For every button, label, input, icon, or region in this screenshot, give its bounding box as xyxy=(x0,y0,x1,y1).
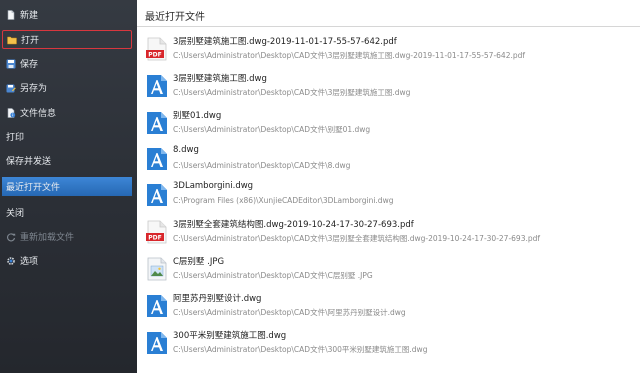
file-name: 别墅01.dwg xyxy=(173,111,222,121)
sidebar-item-label: 选项 xyxy=(20,257,39,267)
sidebar-item-label: 另存为 xyxy=(20,84,48,94)
file-name: 3层别墅建筑施工图.dwg xyxy=(173,74,267,84)
pdf-file-icon: PDF xyxy=(146,220,168,244)
image-file-icon xyxy=(146,257,168,281)
file-name: C层别墅 .JPG xyxy=(173,257,225,267)
file-path: C:\Users\Administrator\Desktop\CAD文件\3层别… xyxy=(173,234,541,243)
recent-file-row[interactable]: 3层别墅建筑施工图.dwg C:\Users\Administrator\Des… xyxy=(145,69,635,103)
file-path: C:\Users\Administrator\Desktop\CAD文件\3层别… xyxy=(173,51,526,60)
sidebar-item-label: 保存 xyxy=(20,60,39,70)
sidebar-item-file-info[interactable]: 文件信息 xyxy=(2,103,132,122)
recent-file-row[interactable]: PDF 3层别墅全套建筑结构图.dwg-2019-10-24-17-30-27-… xyxy=(145,215,635,249)
file-name: 3DLamborgini.dwg xyxy=(173,181,254,191)
sidebar-item-label: 新建 xyxy=(20,11,39,21)
recent-file-row[interactable]: PDF 3层别墅建筑施工图.dwg-2019-11-01-17-55-57-64… xyxy=(145,32,635,66)
recent-file-row[interactable]: C层别墅 .JPG C:\Users\Administrator\Desktop… xyxy=(145,252,635,286)
svg-text:PDF: PDF xyxy=(148,51,161,58)
file-info-icon xyxy=(6,107,16,118)
file-path: C:\Users\Administrator\Desktop\CAD文件\阿里苏… xyxy=(173,308,406,317)
title-divider xyxy=(137,26,640,27)
file-name: 300平米别墅建筑施工图.dwg xyxy=(173,331,287,341)
recent-file-row[interactable]: 8.dwg C:\Users\Administrator\Desktop\CAD… xyxy=(145,142,635,176)
sidebar-item-save[interactable]: 保存 xyxy=(2,54,132,73)
sidebar-item-close[interactable]: 关闭 xyxy=(2,203,132,222)
file-name: 阿里苏丹别墅设计.dwg xyxy=(173,294,262,304)
save-as-icon xyxy=(6,83,16,93)
sidebar-item-label: 关闭 xyxy=(6,209,25,219)
sidebar-item-label: 打印 xyxy=(6,133,25,143)
sidebar-item-recent-files[interactable]: 最近打开文件 xyxy=(2,177,132,196)
page-title: 最近打开文件 xyxy=(145,12,205,23)
cad-file-icon xyxy=(146,147,168,171)
sidebar-item-label: 重新加载文件 xyxy=(20,233,75,243)
file-menu-sidebar: 新建 打开 保存 另存为 文件信息 打印 保存并发送 最近打开文件 关闭 重新加… xyxy=(0,0,137,373)
save-icon xyxy=(6,59,16,69)
cad-file-icon xyxy=(146,294,168,318)
options-icon xyxy=(6,256,16,266)
sidebar-item-reload-file[interactable]: 重新加载文件 xyxy=(2,227,132,246)
recent-file-row[interactable]: 300平米别墅建筑施工图.dwg C:\Users\Administrator\… xyxy=(145,326,635,360)
sidebar-item-label: 文件信息 xyxy=(20,109,57,119)
new-file-icon xyxy=(6,9,16,20)
cad-file-icon xyxy=(146,331,168,355)
cad-file-icon xyxy=(146,183,168,207)
recent-file-row[interactable]: 3DLamborgini.dwg C:\Program Files (x86)\… xyxy=(145,178,635,212)
recent-file-row[interactable]: 阿里苏丹别墅设计.dwg C:\Users\Administrator\Desk… xyxy=(145,289,635,323)
open-folder-icon xyxy=(7,35,17,45)
sidebar-item-label: 打开 xyxy=(21,36,40,46)
sidebar-item-options[interactable]: 选项 xyxy=(2,251,132,270)
file-name: 3层别墅建筑施工图.dwg-2019-11-01-17-55-57-642.pd… xyxy=(173,37,397,47)
sidebar-item-label: 最近打开文件 xyxy=(6,183,61,193)
file-name: 8.dwg xyxy=(173,145,199,155)
recent-file-row[interactable]: 别墅01.dwg C:\Users\Administrator\Desktop\… xyxy=(145,106,635,140)
cad-file-icon xyxy=(146,111,168,135)
file-path: C:\Users\Administrator\Desktop\CAD文件\300… xyxy=(173,345,428,354)
svg-text:PDF: PDF xyxy=(148,234,161,241)
sidebar-item-save-as[interactable]: 另存为 xyxy=(2,78,132,97)
file-name: 3层别墅全套建筑结构图.dwg-2019-10-24-17-30-27-693.… xyxy=(173,220,414,230)
reload-icon xyxy=(6,232,16,242)
sidebar-item-print[interactable]: 打印 xyxy=(2,127,132,146)
file-path: C:\Users\Administrator\Desktop\CAD文件\别墅0… xyxy=(173,125,371,134)
sidebar-item-new[interactable]: 新建 xyxy=(2,5,132,24)
sidebar-item-save-and-send[interactable]: 保存并发送 xyxy=(2,151,132,170)
file-path: C:\Users\Administrator\Desktop\CAD文件\8.d… xyxy=(173,161,351,170)
file-path: C:\Users\Administrator\Desktop\CAD文件\C层别… xyxy=(173,271,373,280)
file-path: C:\Users\Administrator\Desktop\CAD文件\3层别… xyxy=(173,88,411,97)
file-path: C:\Program Files (x86)\XunjieCADEditor\3… xyxy=(173,196,394,205)
sidebar-item-open[interactable]: 打开 xyxy=(2,30,132,49)
sidebar-item-label: 保存并发送 xyxy=(6,157,52,167)
recent-files-panel: 最近打开文件 PDF 3层别墅建筑施工图.dwg-2019-11-01-17-5… xyxy=(137,0,640,373)
pdf-file-icon: PDF xyxy=(146,37,168,61)
cad-file-icon xyxy=(146,74,168,98)
